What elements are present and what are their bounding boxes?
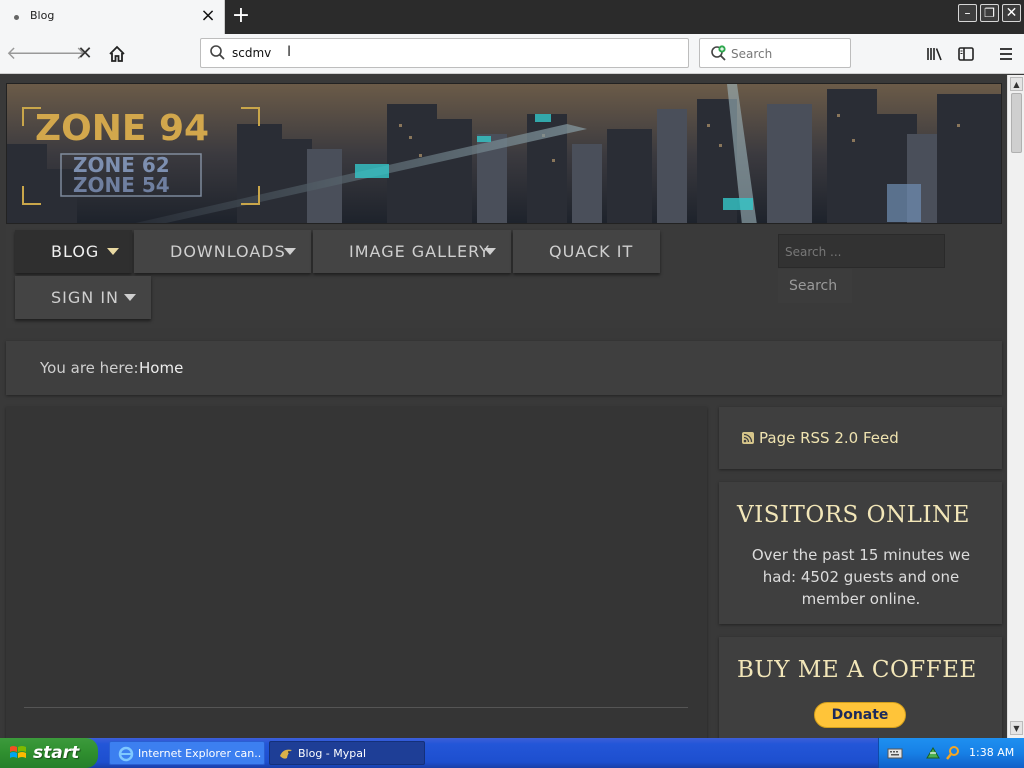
chevron-down-icon: [107, 248, 119, 255]
search-icon: [210, 45, 225, 60]
menu-button[interactable]: [992, 40, 1020, 68]
new-tab-button[interactable]: +: [230, 3, 252, 29]
tab-close-icon[interactable]: ×: [198, 5, 218, 27]
nav-item-label: SIGN IN: [51, 288, 120, 307]
chevron-down-icon: [484, 248, 496, 255]
page-viewport: ZONE 94 ZONE 62 ZONE 54 BLOG DOWNLOADS I…: [0, 75, 1007, 738]
search-tray-icon[interactable]: [945, 745, 961, 761]
system-tray: 1:38 AM: [878, 738, 1024, 768]
minimize-button[interactable]: –: [958, 4, 977, 22]
site-banner: ZONE 94 ZONE 62 ZONE 54: [6, 83, 1002, 224]
rss-module: Page RSS 2.0 Feed: [719, 407, 1002, 469]
library-icon: [927, 48, 942, 61]
navigation-toolbar: 🡐 🡒 ✕ scdmv I Search: [0, 34, 1024, 74]
taskbar-item-label: Internet Explorer can...: [138, 747, 262, 760]
nav-item-blog[interactable]: BLOG: [15, 230, 132, 273]
browser-tab[interactable]: Blog ×: [0, 0, 225, 34]
url-bar[interactable]: scdmv I: [200, 38, 689, 68]
tab-favicon-icon: [14, 15, 19, 20]
visitors-online-module: VISITORS ONLINE Over the past 15 minutes…: [719, 482, 1002, 624]
home-button[interactable]: [103, 40, 131, 68]
taskbar-item-label: Blog - Mypal: [298, 747, 367, 760]
scroll-down-icon[interactable]: ▼: [1010, 721, 1023, 735]
logo-sub2-text: ZONE 54: [73, 173, 170, 197]
search-engine-icon: [711, 45, 726, 61]
module-title: BUY ME A COFFEE: [737, 657, 977, 683]
hamburger-menu-icon: [1000, 48, 1012, 60]
browser-search-box[interactable]: Search: [699, 38, 851, 68]
content-divider: [24, 707, 688, 708]
taskbar-item-internet-explorer[interactable]: Internet Explorer can...: [109, 741, 265, 765]
network-icon[interactable]: [925, 745, 941, 761]
visitors-text: Over the past 15 minutes we had: 4502 gu…: [751, 546, 971, 608]
site-logo[interactable]: ZONE 94 ZONE 62 ZONE 54: [21, 106, 261, 206]
site-search-input[interactable]: Search ...: [778, 234, 945, 268]
mypal-icon: [280, 749, 292, 759]
stop-button[interactable]: ✕: [71, 40, 99, 68]
window-close-button[interactable]: ✕: [1002, 4, 1021, 22]
chevron-down-icon: [284, 248, 296, 255]
logo-main-text: ZONE 94: [35, 108, 209, 149]
taskbar-item-mypal[interactable]: Blog - Mypal: [269, 741, 425, 765]
nav-item-sign-in[interactable]: SIGN IN: [15, 276, 151, 319]
windows-logo-icon: [10, 746, 26, 758]
url-input-text: scdmv: [232, 46, 272, 60]
nav-item-label: BLOG: [51, 242, 100, 261]
library-button[interactable]: [921, 40, 949, 68]
nav-item-label: IMAGE GALLERY: [349, 242, 490, 261]
nav-item-label: DOWNLOADS: [170, 242, 286, 261]
nav-item-quack-it[interactable]: QUACK IT: [513, 230, 660, 273]
sidebar-toggle-button[interactable]: [952, 40, 980, 68]
start-button[interactable]: start: [0, 738, 98, 768]
tab-strip: Blog × + – ❐ ✕: [0, 0, 1024, 34]
site-search-button-label: Search: [789, 278, 838, 294]
module-title: VISITORS ONLINE: [737, 502, 970, 528]
site-search-placeholder: Search ...: [785, 245, 842, 259]
donate-button[interactable]: Donate: [814, 702, 906, 728]
chevron-down-icon: [124, 294, 136, 301]
rss-feed-link[interactable]: Page RSS 2.0 Feed: [759, 429, 899, 447]
site-search-button[interactable]: Search: [778, 269, 852, 303]
internet-explorer-icon: [118, 746, 134, 762]
breadcrumb: You are here: Home: [6, 341, 1002, 395]
main-navigation: BLOG DOWNLOADS IMAGE GALLERY QUACK IT SI…: [6, 225, 1002, 328]
nav-item-downloads[interactable]: DOWNLOADS: [134, 230, 311, 273]
rss-icon: [742, 432, 754, 444]
text-cursor-icon: I: [287, 44, 292, 60]
breadcrumb-home-link[interactable]: Home: [139, 359, 183, 377]
keyboard-icon[interactable]: [887, 745, 903, 761]
scroll-up-icon[interactable]: ▲: [1010, 77, 1023, 91]
buy-me-a-coffee-module: BUY ME A COFFEE Donate: [719, 637, 1002, 738]
nav-item-image-gallery[interactable]: IMAGE GALLERY: [313, 230, 511, 273]
back-button[interactable]: 🡐: [6, 40, 54, 68]
restore-button[interactable]: ❐: [980, 4, 999, 22]
windows-taskbar: start Internet Explorer can... Blog - My…: [0, 738, 1024, 768]
tab-title: Blog: [30, 9, 55, 22]
forward-button[interactable]: 🡒: [38, 40, 86, 68]
sidebar-icon: [958, 47, 974, 61]
clock[interactable]: 1:38 AM: [969, 746, 1014, 759]
search-placeholder: Search: [731, 47, 773, 61]
nav-item-label: QUACK IT: [549, 242, 634, 261]
start-label: start: [33, 743, 80, 763]
breadcrumb-label: You are here:: [40, 359, 139, 377]
vertical-scrollbar[interactable]: ▲ ▼: [1007, 75, 1024, 738]
home-icon: [109, 45, 125, 62]
main-content: [6, 407, 707, 738]
scrollbar-thumb[interactable]: [1011, 93, 1022, 153]
